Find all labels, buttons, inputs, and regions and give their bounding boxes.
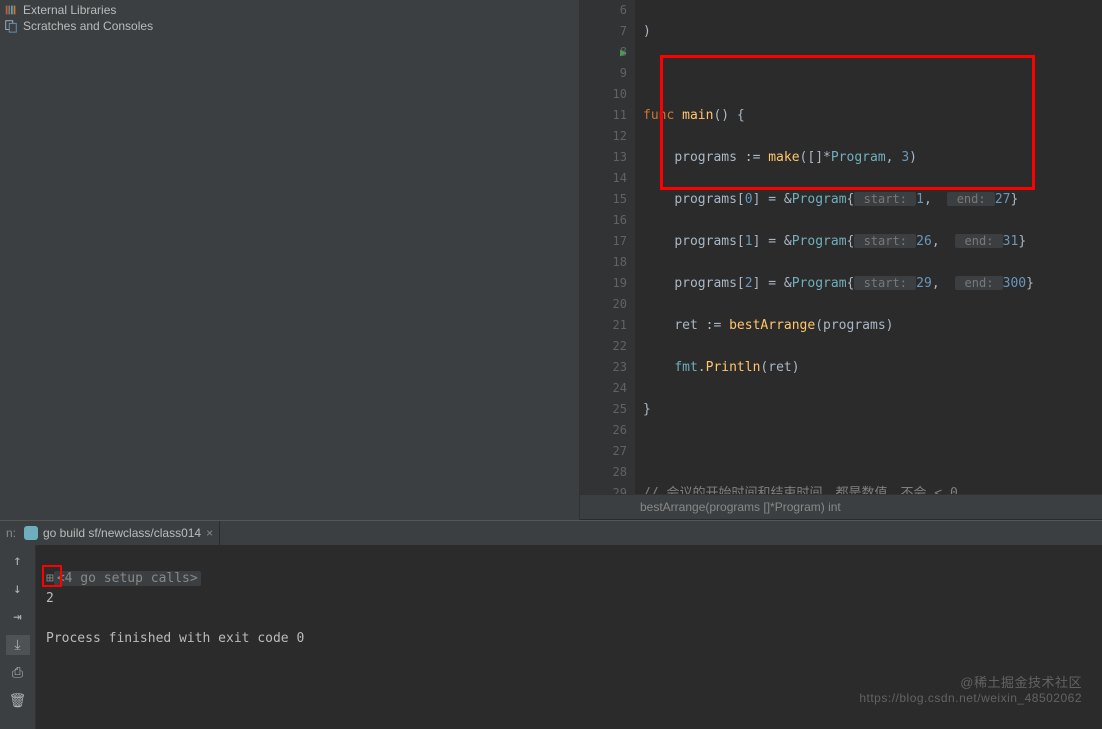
- exit-line: Process finished with exit code 0: [46, 631, 304, 646]
- folded-region[interactable]: <4 go setup calls>: [54, 571, 201, 586]
- code-content[interactable]: ) func main() { programs := make([]*Prog…: [635, 0, 1102, 494]
- library-icon: [4, 3, 18, 17]
- code-editor[interactable]: 6 7 8▶ 9 10 11 12 13 14 15 16 17 18 19 2…: [580, 0, 1102, 520]
- fold-icon[interactable]: ⊞: [46, 571, 54, 586]
- down-arrow-icon[interactable]: ↓: [6, 579, 30, 599]
- scroll-to-end-icon[interactable]: ⤓: [6, 635, 30, 655]
- breadcrumb: bestArrange(programs []*Program) int: [580, 494, 1102, 519]
- editor-gutter[interactable]: 6 7 8▶ 9 10 11 12 13 14 15 16 17 18 19 2…: [580, 0, 635, 494]
- run-tab-label: go build sf/newclass/class014: [43, 526, 201, 540]
- breadcrumb-text: bestArrange(programs []*Program) int: [640, 500, 841, 514]
- scratch-icon: [4, 19, 18, 33]
- run-gutter-icon[interactable]: ▶: [620, 42, 627, 63]
- run-tab-bar: n: go build sf/newclass/class014 ×: [0, 521, 1102, 545]
- tree-external-libraries[interactable]: External Libraries: [4, 2, 575, 18]
- console-output[interactable]: ⊞<4 go setup calls> 2 Process finished w…: [36, 545, 1102, 729]
- run-tab[interactable]: go build sf/newclass/class014 ×: [0, 521, 220, 545]
- tree-label: Scratches and Consoles: [23, 19, 153, 33]
- tree-label: External Libraries: [23, 3, 116, 17]
- soft-wrap-icon[interactable]: ⇥: [6, 607, 30, 627]
- trash-icon[interactable]: 🗑: [6, 691, 30, 711]
- tree-scratches[interactable]: Scratches and Consoles: [4, 18, 575, 34]
- up-arrow-icon[interactable]: ↑: [6, 551, 30, 571]
- output-value: 2: [46, 591, 54, 606]
- run-toolbar: ↑ ↓ ⇥ ⤓ ⎙ 🗑: [0, 545, 36, 729]
- go-icon: [24, 526, 38, 540]
- run-panel: n: go build sf/newclass/class014 × ↑ ↓ ⇥…: [0, 520, 1102, 729]
- project-tree[interactable]: External Libraries Scratches and Console…: [0, 0, 580, 520]
- print-icon[interactable]: ⎙: [6, 663, 30, 683]
- close-icon[interactable]: ×: [206, 526, 213, 540]
